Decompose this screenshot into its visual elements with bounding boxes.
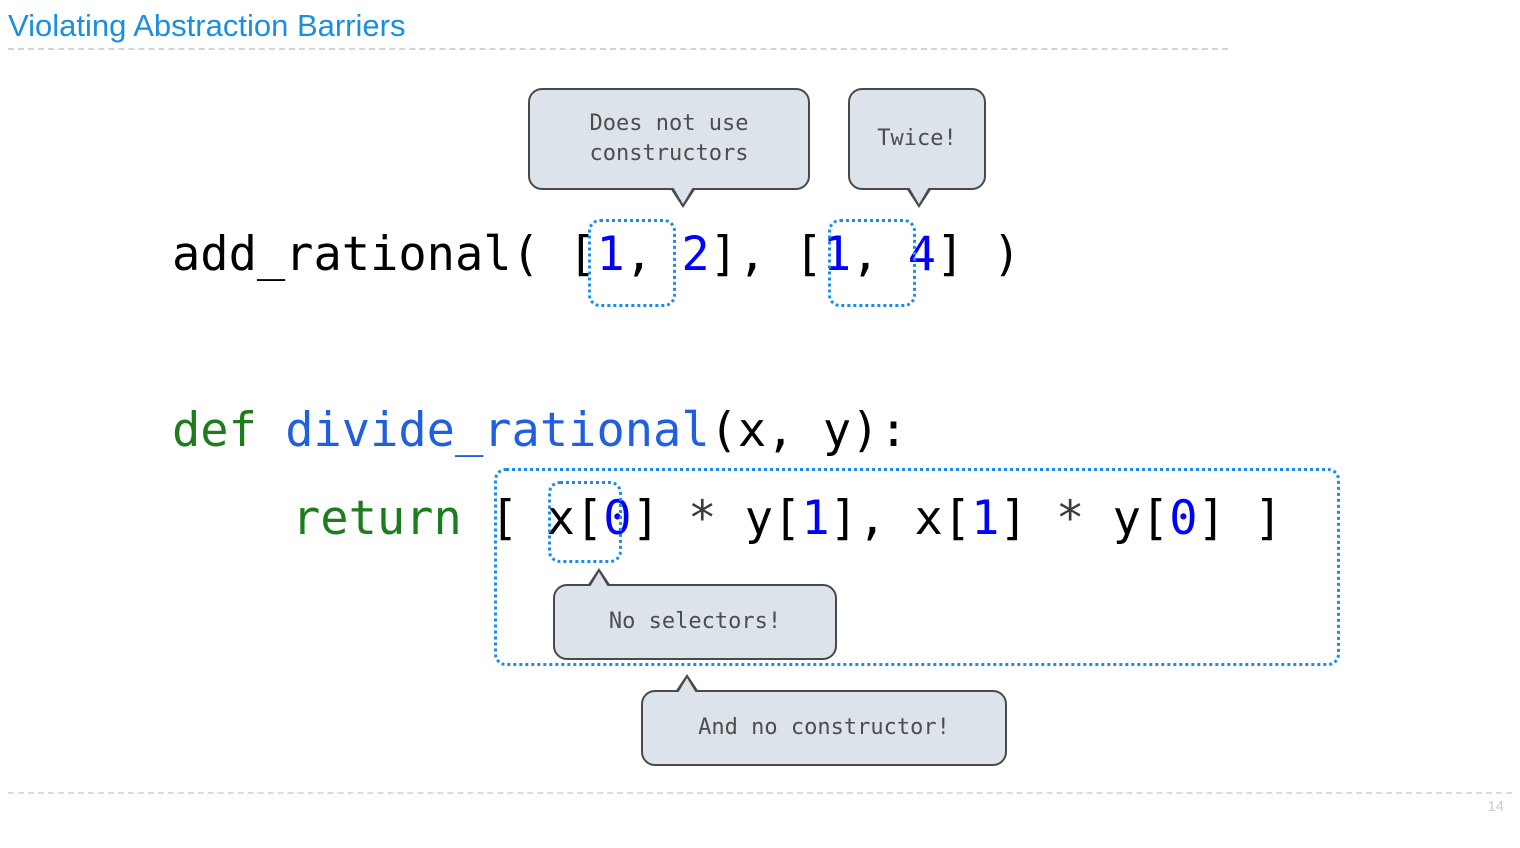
page-title: Violating Abstraction Barriers xyxy=(8,8,406,43)
arg1-open-bracket: [ xyxy=(568,227,597,282)
callout-text: Twice! xyxy=(877,126,957,151)
return-keyword: return xyxy=(292,491,491,546)
page-number: 14 xyxy=(1487,798,1504,815)
def-parameters: (x, y): xyxy=(709,403,908,458)
return-open-bracket: [ xyxy=(490,491,547,546)
code-line-return: return [ x[0] * y[1], x[1] * y[0] ] xyxy=(292,490,1282,548)
callout-does-not-use-constructors[interactable]: Does not use constructors xyxy=(528,88,810,208)
return-comma: , xyxy=(857,491,915,546)
arg2-close-bracket: ] xyxy=(936,227,965,282)
term3-close: ] xyxy=(999,491,1028,546)
return-close-bracket: ] xyxy=(1225,491,1283,546)
def-function-name: divide_rational xyxy=(285,403,710,458)
arg2-separator: , xyxy=(851,227,908,282)
term2-close: ] xyxy=(829,491,858,546)
term2-variable: y[ xyxy=(744,491,802,546)
term3-index: 1 xyxy=(971,491,1000,546)
callout-text: Does not use constructors xyxy=(589,111,749,166)
term4-close: ] xyxy=(1197,491,1226,546)
operator-multiply-2: * xyxy=(1027,491,1113,546)
term2-index: 1 xyxy=(801,491,830,546)
code-line-def: def divide_rational(x, y): xyxy=(172,402,908,460)
operator-multiply-1: * xyxy=(659,491,745,546)
code-line-call: add_rational( [1, 2], [1, 4] ) xyxy=(172,226,1021,284)
callout-text: And no constructor! xyxy=(698,715,950,740)
arg2-numerator: 1 xyxy=(822,227,852,282)
slide-canvas: Violating Abstraction Barriers add_ratio… xyxy=(0,0,1520,848)
term4-index: 0 xyxy=(1169,491,1198,546)
header-divider xyxy=(8,48,1228,50)
term3-variable: x[ xyxy=(914,491,972,546)
callout-text: No selectors! xyxy=(608,609,782,634)
term4-variable: y[ xyxy=(1112,491,1170,546)
arg1-denominator: 2 xyxy=(681,227,710,282)
arg1-separator: , xyxy=(624,227,682,282)
callout-tail-inner xyxy=(909,187,929,204)
call-close-paren: ) xyxy=(964,227,1021,282)
term1-variable: x[ xyxy=(546,491,604,546)
callout-no-selectors[interactable]: No selectors! xyxy=(553,568,837,660)
callout-tail-inner xyxy=(678,678,696,693)
def-keyword: def xyxy=(172,403,286,458)
call-function-name: add_rational( xyxy=(172,227,569,282)
term1-close: ] xyxy=(631,491,660,546)
args-separator: , xyxy=(737,227,795,282)
arg1-close-bracket: ] xyxy=(709,227,738,282)
arg2-denominator: 4 xyxy=(907,227,937,282)
term1-index: 0 xyxy=(603,491,632,546)
callout-and-no-constructor[interactable]: And no constructor! xyxy=(641,674,1007,766)
callout-twice[interactable]: Twice! xyxy=(848,88,986,208)
footer-divider xyxy=(8,792,1512,794)
arg1-numerator: 1 xyxy=(596,227,625,282)
callout-tail-inner xyxy=(673,187,693,204)
callout-tail-inner xyxy=(590,572,608,587)
arg2-open-bracket: [ xyxy=(794,227,823,282)
